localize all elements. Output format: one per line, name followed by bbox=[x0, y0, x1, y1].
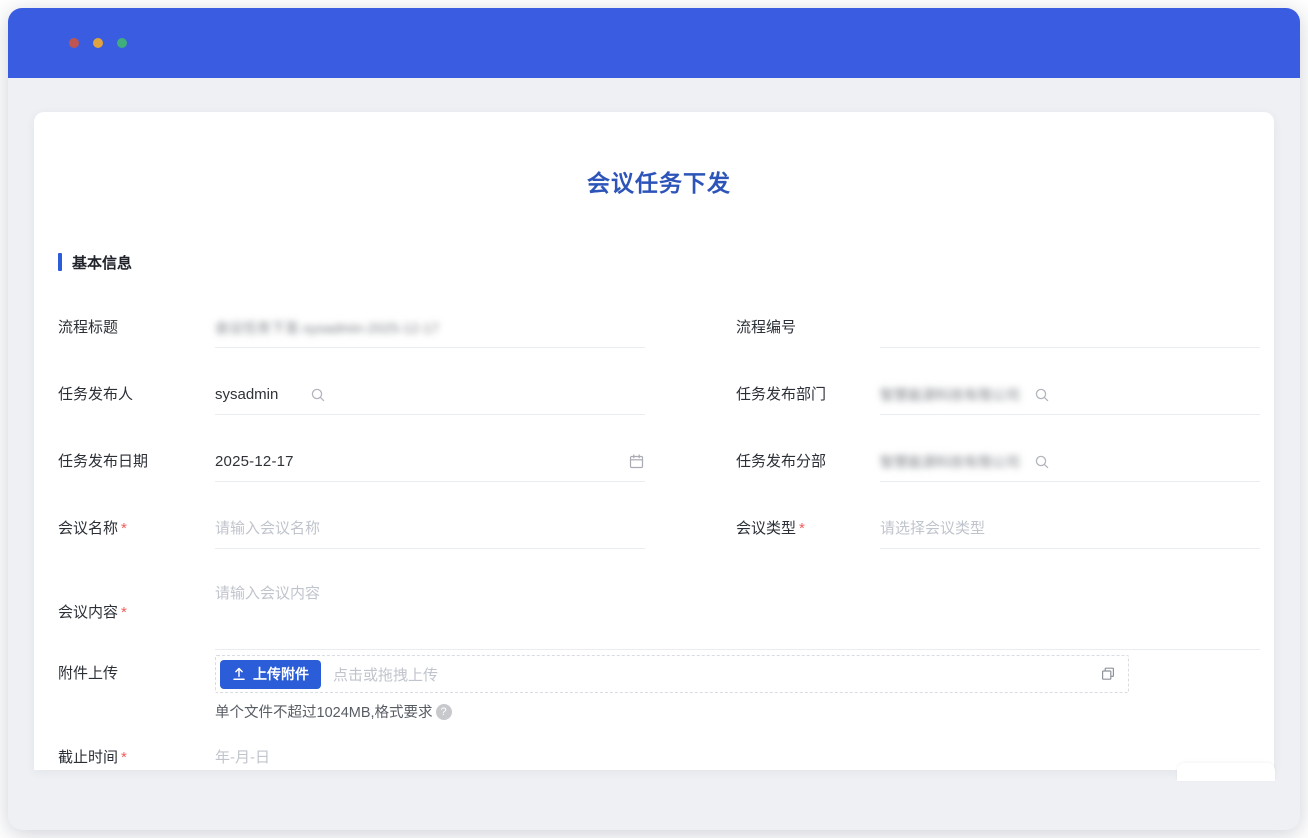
publish-dept-label: 任务发布部门 bbox=[736, 375, 880, 415]
basic-info-form: 流程标题 会议任务下发-sysadmin-2025-12-17 流程编号 bbox=[58, 308, 1260, 770]
form-row-deadline: 截止时间* bbox=[58, 738, 1260, 770]
search-icon[interactable] bbox=[1034, 387, 1050, 403]
deadline-field[interactable] bbox=[215, 738, 1260, 770]
form-row-2: 任务发布人 sysadmin 任务发布部门 智慧能源科技有限公司 bbox=[58, 375, 1260, 415]
publish-dept-value: 智慧能源科技有限公司 bbox=[880, 385, 1020, 405]
form-row-meeting-content: 会议内容* bbox=[58, 576, 1260, 650]
process-title-label: 流程标题 bbox=[58, 308, 215, 348]
upload-attachment-button[interactable]: 上传附件 bbox=[220, 660, 321, 689]
required-mark: * bbox=[799, 520, 805, 537]
meeting-content-field[interactable] bbox=[215, 576, 1260, 650]
publisher-value: sysadmin bbox=[215, 386, 278, 403]
form-row-4: 会议名称* 会议类型* bbox=[58, 509, 1260, 549]
meeting-name-input[interactable] bbox=[215, 520, 645, 537]
publisher-field[interactable]: sysadmin bbox=[215, 375, 645, 415]
form-row-1: 流程标题 会议任务下发-sysadmin-2025-12-17 流程编号 bbox=[58, 308, 1260, 348]
required-mark: * bbox=[121, 604, 127, 621]
publish-branch-field[interactable]: 智慧能源科技有限公司 bbox=[880, 442, 1260, 482]
process-no-field[interactable] bbox=[880, 308, 1260, 348]
search-icon[interactable] bbox=[1034, 454, 1050, 470]
calendar-icon[interactable] bbox=[628, 453, 645, 470]
required-mark: * bbox=[121, 749, 127, 766]
upload-placeholder: 点击或拖拽上传 bbox=[333, 664, 438, 685]
page-title: 会议任务下发 bbox=[58, 164, 1260, 196]
process-no-label: 流程编号 bbox=[736, 308, 880, 348]
meeting-type-field[interactable] bbox=[880, 509, 1260, 549]
publish-date-label: 任务发布日期 bbox=[58, 442, 215, 482]
section-accent-bar bbox=[58, 253, 62, 271]
meeting-content-textarea[interactable] bbox=[215, 576, 1260, 649]
footer-panel-edge bbox=[1177, 763, 1275, 781]
search-icon[interactable] bbox=[310, 387, 326, 403]
publish-date-field[interactable]: 2025-12-17 bbox=[215, 442, 645, 482]
publish-branch-value: 智慧能源科技有限公司 bbox=[880, 452, 1020, 472]
deadline-label: 截止时间* bbox=[58, 738, 215, 770]
meeting-name-label: 会议名称* bbox=[58, 509, 215, 549]
window-titlebar bbox=[8, 8, 1300, 78]
publish-branch-label: 任务发布分部 bbox=[736, 442, 880, 482]
publish-date-value: 2025-12-17 bbox=[215, 453, 294, 470]
help-icon[interactable]: ? bbox=[436, 704, 452, 720]
form-row-3: 任务发布日期 2025-12-17 任务发布分部 智慧能源科技有限公司 bbox=[58, 442, 1260, 482]
attachment-label: 附件上传 bbox=[58, 655, 215, 722]
required-mark: * bbox=[121, 520, 127, 537]
upload-hint: 单个文件不超过1024MB,格式要求 ? bbox=[215, 701, 1129, 722]
meeting-type-input[interactable] bbox=[880, 520, 1260, 537]
process-title-value: 会议任务下发-sysadmin-2025-12-17 bbox=[215, 318, 439, 338]
meeting-type-label: 会议类型* bbox=[736, 509, 880, 549]
deadline-input[interactable] bbox=[215, 749, 1260, 766]
form-row-attachment: 附件上传 上传附件 点击或拖拽上传 bbox=[58, 655, 1260, 722]
publish-dept-field[interactable]: 智慧能源科技有限公司 bbox=[880, 375, 1260, 415]
traffic-light-green-icon[interactable] bbox=[117, 38, 127, 48]
copy-icon[interactable] bbox=[1100, 666, 1116, 682]
meeting-content-label: 会议内容* bbox=[58, 603, 215, 623]
section-title: 基本信息 bbox=[72, 252, 132, 273]
form-card: 会议任务下发 基本信息 流程标题 会议任务下发-sysadmin-2025-12… bbox=[34, 112, 1274, 770]
upload-icon bbox=[232, 667, 246, 681]
process-title-field[interactable]: 会议任务下发-sysadmin-2025-12-17 bbox=[215, 308, 645, 348]
upload-dropzone[interactable]: 上传附件 点击或拖拽上传 bbox=[215, 655, 1129, 693]
traffic-light-yellow-icon[interactable] bbox=[93, 38, 103, 48]
process-no-input[interactable] bbox=[880, 319, 1260, 336]
app-window: 会议任务下发 基本信息 流程标题 会议任务下发-sysadmin-2025-12… bbox=[8, 8, 1300, 830]
traffic-light-red-icon[interactable] bbox=[69, 38, 79, 48]
publisher-label: 任务发布人 bbox=[58, 375, 215, 415]
meeting-name-field[interactable] bbox=[215, 509, 645, 549]
section-basic-info: 基本信息 bbox=[58, 252, 1260, 272]
